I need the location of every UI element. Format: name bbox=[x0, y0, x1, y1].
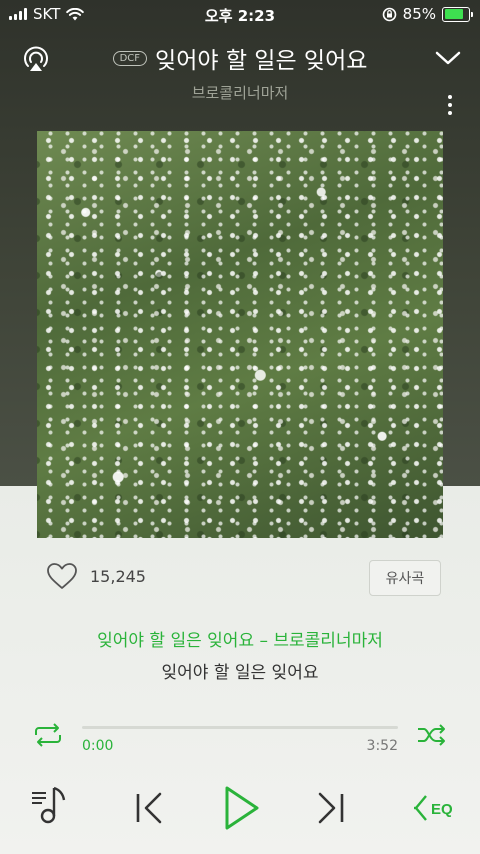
status-bar: SKT 오후 2:23 85% bbox=[0, 0, 480, 28]
more-icon[interactable] bbox=[446, 95, 454, 119]
play-icon[interactable] bbox=[214, 780, 266, 836]
dcf-badge: DCF bbox=[112, 50, 148, 66]
lyric-next-line[interactable]: 잊어야 할 일은 잊어요 bbox=[0, 658, 480, 683]
album-art-texture bbox=[37, 131, 443, 538]
like-button[interactable]: 15,245 bbox=[46, 562, 146, 590]
artist-name[interactable]: 브로콜리너마저 bbox=[0, 82, 480, 103]
song-title-row: DCF 잊어야 할 일은 잊어요 bbox=[0, 40, 480, 76]
album-art[interactable] bbox=[37, 131, 443, 538]
chevron-down-icon[interactable] bbox=[434, 46, 462, 70]
shuffle-icon[interactable] bbox=[416, 722, 448, 748]
rotation-lock-icon bbox=[382, 7, 396, 21]
current-time: 0:00 bbox=[82, 738, 114, 754]
battery-fill bbox=[444, 9, 464, 19]
svg-text:EQ: EQ bbox=[431, 801, 453, 818]
battery-icon bbox=[442, 6, 473, 22]
battery-percent: 85% bbox=[402, 5, 436, 23]
playlist-icon[interactable] bbox=[30, 780, 72, 836]
total-time: 3:52 bbox=[366, 738, 398, 754]
equalizer-icon[interactable]: EQ bbox=[410, 780, 460, 836]
heart-icon[interactable] bbox=[46, 562, 78, 590]
lyric-current-line[interactable]: 잊어야 할 일은 잊어요 – 브로콜리너마저 bbox=[0, 626, 480, 651]
repeat-icon[interactable] bbox=[32, 722, 64, 748]
previous-icon[interactable] bbox=[130, 780, 170, 836]
similar-songs-button[interactable]: 유사곡 bbox=[369, 560, 441, 596]
progress-bar[interactable] bbox=[82, 726, 398, 729]
like-count: 15,245 bbox=[90, 566, 146, 586]
song-title: 잊어야 할 일은 잊어요 bbox=[155, 48, 368, 74]
status-right: 85% bbox=[382, 5, 473, 23]
next-icon[interactable] bbox=[310, 780, 350, 836]
